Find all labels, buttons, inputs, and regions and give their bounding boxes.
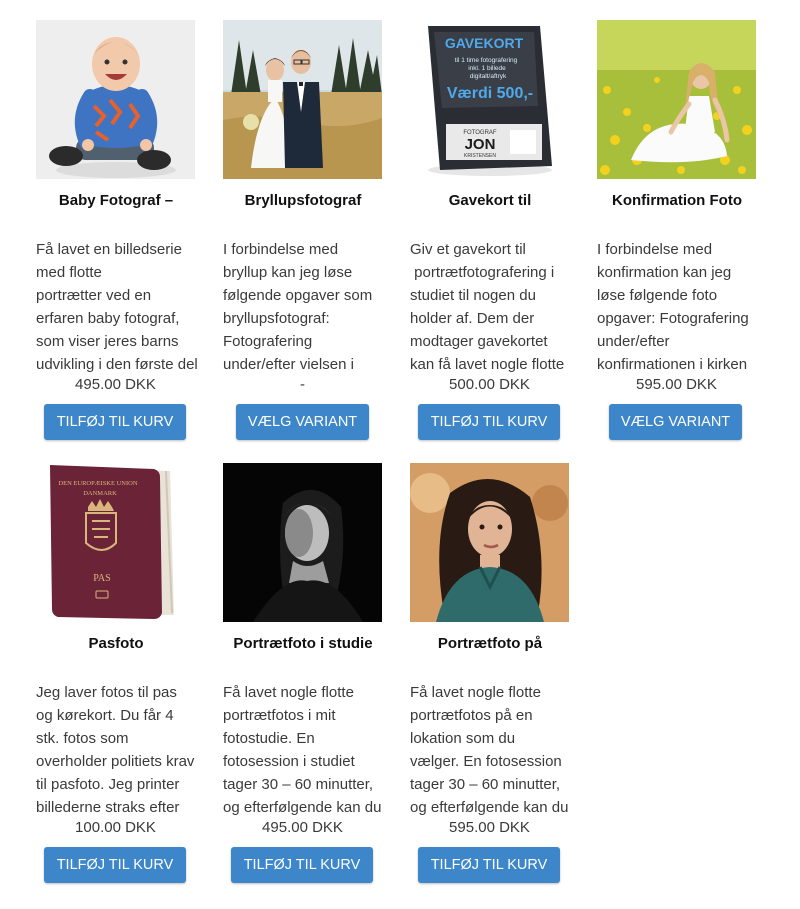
svg-text:JON: JON [465, 136, 496, 153]
product-title[interactable]: Baby Fotograf – [24, 192, 208, 209]
product-description: Få lavet nogle flotte portrætfotos på en l… [410, 684, 569, 816]
product-image-confirmation[interactable] [597, 20, 756, 179]
add-to-cart-button[interactable]: TILFØJ TIL KURV [231, 847, 373, 883]
product-image-location-portrait[interactable] [410, 463, 569, 622]
add-to-cart-button[interactable]: TILFØJ TIL KURV [44, 404, 186, 440]
add-to-cart-button[interactable]: TILFØJ TIL KURV [418, 404, 560, 440]
product-description: Jeg laver fotos til pas og kørekort. Du f… [36, 684, 195, 816]
add-to-cart-button[interactable]: TILFØJ TIL KURV [44, 847, 186, 883]
product-price: 495.00 DKK [262, 819, 343, 836]
svg-text:inkl. 1 billede: inkl. 1 billede [468, 65, 506, 72]
product-image-passport[interactable]: DEN EUROPÆISKE UNION DANMARK PAS [36, 463, 195, 622]
product-price: 595.00 DKK [449, 819, 530, 836]
product-description: Få lavet nogle flotte portrætfotos i mit f… [223, 684, 382, 816]
product-description: I forbindelse med bryllup kan jeg løse føl… [223, 241, 373, 373]
product-image-studio-portrait[interactable] [223, 463, 382, 622]
product-description: Giv et gavekort til portrætfotografering… [410, 241, 565, 373]
product-price: 100.00 DKK [75, 819, 156, 836]
svg-text:PAS: PAS [93, 573, 110, 584]
svg-text:DEN EUROPÆISKE UNION: DEN EUROPÆISKE UNION [58, 480, 137, 487]
svg-text:til 1 time fotografering: til 1 time fotografering [455, 57, 518, 64]
product-price: 595.00 DKK [636, 376, 717, 393]
select-variant-button[interactable]: VÆLG VARIANT [609, 404, 742, 440]
product-description: I forbindelse med konfirmation kan jeg løs… [597, 241, 749, 373]
product-title[interactable]: Portrætfoto på [398, 635, 582, 652]
product-title[interactable]: Konfirmation Foto [585, 192, 769, 209]
product-price: 495.00 DKK [75, 376, 156, 393]
svg-text:GAVEKORT: GAVEKORT [445, 35, 524, 51]
product-price: 500.00 DKK [449, 376, 530, 393]
product-title[interactable]: Pasfoto [24, 635, 208, 652]
add-to-cart-button[interactable]: TILFØJ TIL KURV [418, 847, 560, 883]
product-image-baby[interactable] [36, 20, 195, 179]
product-image-giftcard[interactable]: GAVEKORT til 1 time fotografering inkl. … [410, 20, 569, 179]
svg-text:DANMARK: DANMARK [83, 490, 117, 497]
product-description: Få lavet en billedserie med flotte portræt… [36, 241, 198, 373]
product-title[interactable]: Gavekort til [398, 192, 582, 209]
product-image-wedding[interactable] [223, 20, 382, 179]
product-title[interactable]: Bryllupsfotograf [211, 192, 395, 209]
product-title[interactable]: Portrætfoto i studie [211, 635, 395, 652]
svg-text:Værdi 500,-: Værdi 500,- [447, 85, 533, 102]
product-price: - [300, 376, 305, 393]
select-variant-button[interactable]: VÆLG VARIANT [236, 404, 369, 440]
svg-text:digitalt/aftryk: digitalt/aftryk [470, 73, 507, 80]
svg-text:KRISTENSEN: KRISTENSEN [464, 153, 496, 159]
